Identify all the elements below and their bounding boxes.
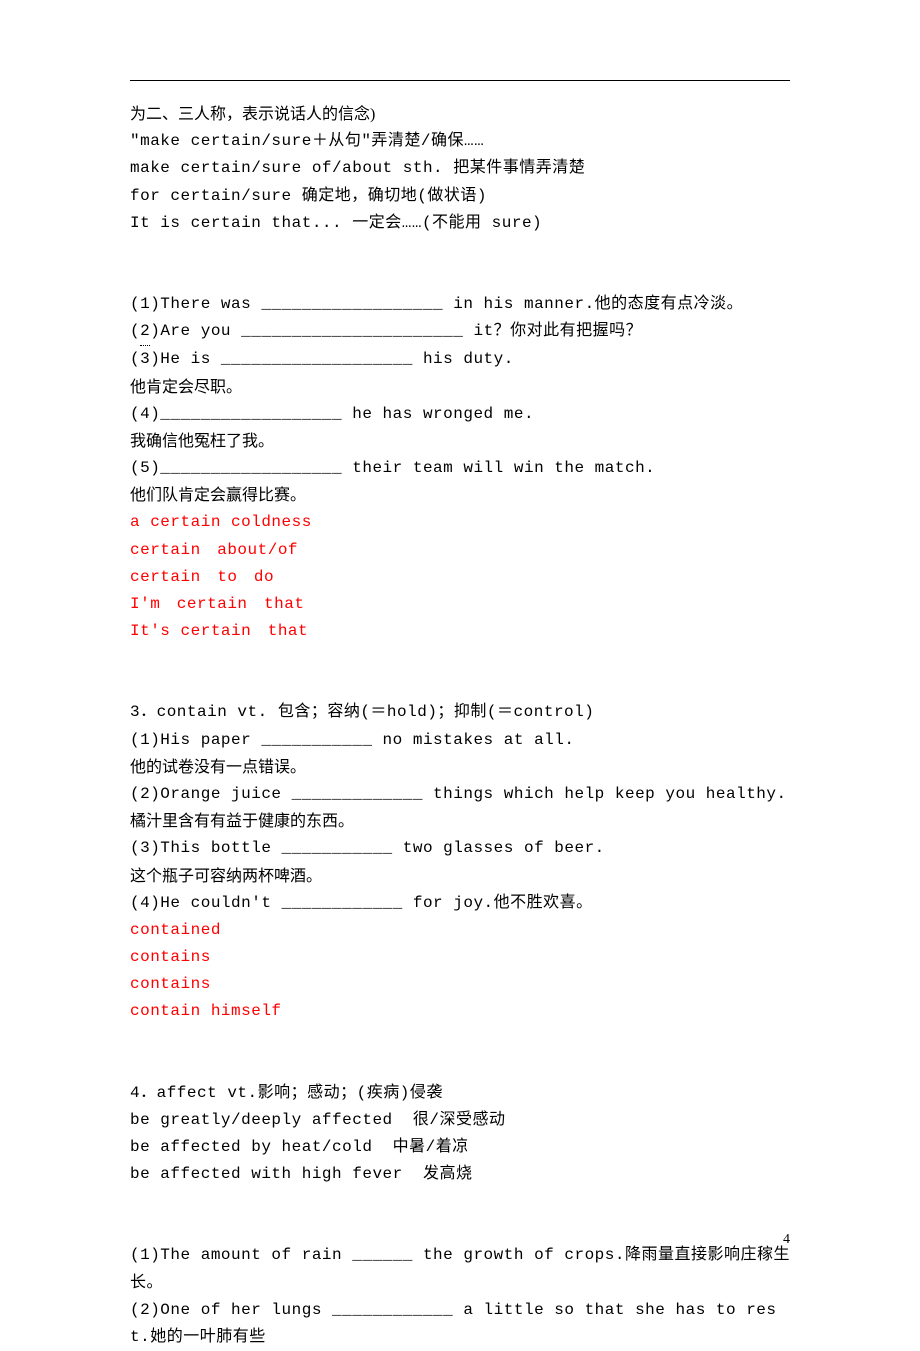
- text-line: 他肯定会尽职。: [130, 374, 790, 401]
- page-number: 4: [783, 1228, 790, 1252]
- top-rule: [130, 80, 790, 81]
- answer-line: certain to do: [130, 564, 790, 591]
- text-line: 3．contain vt. 包含；容纳(＝hold)；抑制(＝control): [130, 699, 790, 726]
- blank-line: [130, 237, 790, 264]
- text-fragment: )Are you ______________________ it？你对此有把…: [150, 322, 642, 340]
- answer-line: a certain coldness: [130, 509, 790, 536]
- text-line: be greatly/deeply affected 很/深受感动: [130, 1107, 790, 1134]
- text-line: 4．affect vt.影响；感动；(疾病)侵袭: [130, 1080, 790, 1107]
- text-line: (2)Orange juice _____________ things whi…: [130, 781, 790, 808]
- answer-line: certain about/of: [130, 537, 790, 564]
- text-line: (5)__________________ their team will wi…: [130, 455, 790, 482]
- text-line: (2)Are you ______________________ it？你对此…: [130, 318, 790, 346]
- answer-line: contain himself: [130, 998, 790, 1025]
- blank-line: [130, 264, 790, 291]
- blank-line: [130, 1026, 790, 1053]
- text-line: 橘汁里含有有益于健康的东西。: [130, 808, 790, 835]
- answer-line: It's certain that: [130, 618, 790, 645]
- text-fragment: (: [130, 322, 140, 340]
- text-line: 为二、三人称，表示说话人的信念): [130, 101, 790, 128]
- text-line: (4)He couldn't ____________ for joy.他不胜欢…: [130, 890, 790, 917]
- text-line: 他们队肯定会赢得比赛。: [130, 482, 790, 509]
- text-line: (1)His paper ___________ no mistakes at …: [130, 727, 790, 754]
- text-line: 我确信他冤枉了我。: [130, 428, 790, 455]
- text-line: be affected by heat/cold 中暑/着凉: [130, 1134, 790, 1161]
- document-content: 为二、三人称，表示说话人的信念) "make certain/sure＋从句"弄…: [130, 80, 790, 1351]
- text-line: (3)This bottle ___________ two glasses o…: [130, 835, 790, 862]
- answer-line: I'm certain that: [130, 591, 790, 618]
- answer-line: contained: [130, 917, 790, 944]
- blank-line: [130, 672, 790, 699]
- text-line: be affected with high fever 发高烧: [130, 1161, 790, 1188]
- text-line: (1)The amount of rain ______ the growth …: [130, 1242, 790, 1296]
- dotted-char: 2: [140, 318, 150, 346]
- text-line: 他的试卷没有一点错误。: [130, 754, 790, 781]
- blank-line: [130, 1053, 790, 1080]
- text-line: (1)There was __________________ in his m…: [130, 291, 790, 318]
- answer-line: contains: [130, 971, 790, 998]
- text-line: "make certain/sure＋从句"弄清楚/确保……: [130, 128, 790, 155]
- blank-line: [130, 645, 790, 672]
- blank-line: [130, 1215, 790, 1242]
- text-line: It is certain that... 一定会……(不能用 sure): [130, 210, 790, 237]
- text-line: 这个瓶子可容纳两杯啤酒。: [130, 863, 790, 890]
- text-line: make certain/sure of/about sth. 把某件事情弄清楚: [130, 155, 790, 182]
- text-line: for certain/sure 确定地，确切地(做状语): [130, 183, 790, 210]
- answer-line: contains: [130, 944, 790, 971]
- text-line: (3)He is ___________________ his duty.: [130, 346, 790, 373]
- blank-line: [130, 1188, 790, 1215]
- text-line: (2)One of her lungs ____________ a littl…: [130, 1297, 790, 1351]
- text-line: (4)__________________ he has wronged me.: [130, 401, 790, 428]
